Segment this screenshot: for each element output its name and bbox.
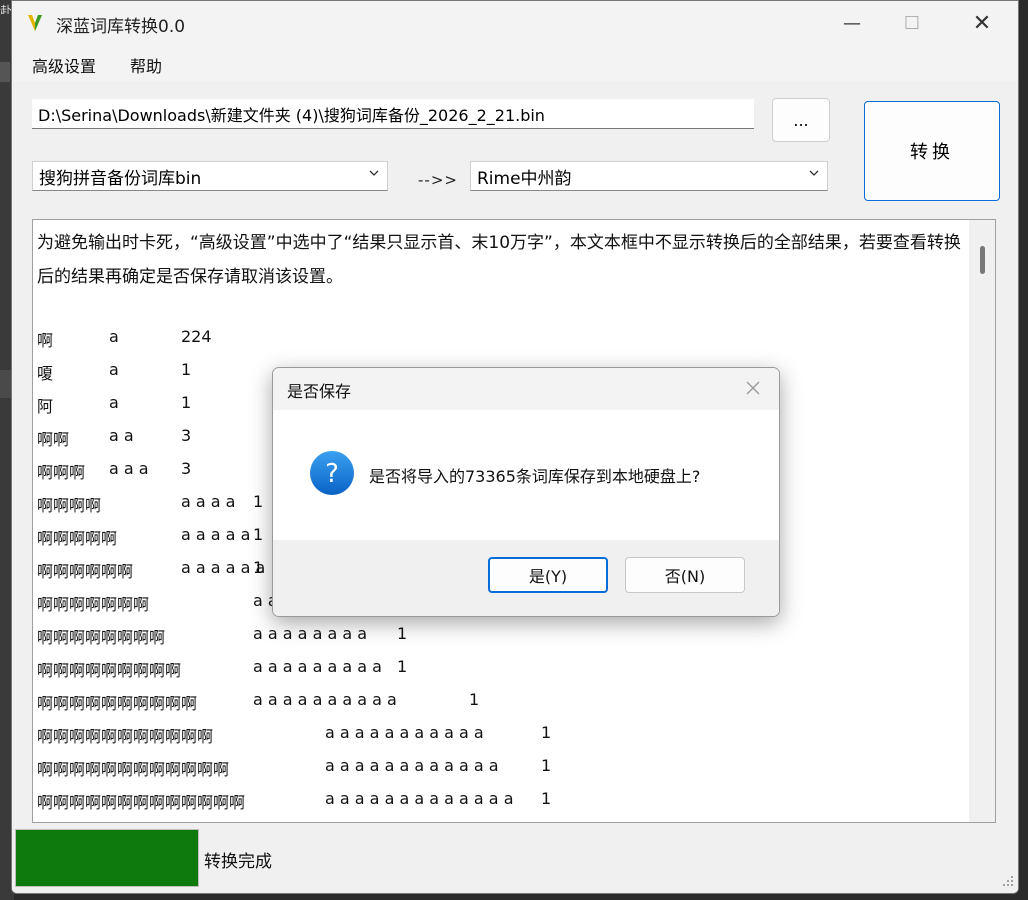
dialog-title: 是否保存 (287, 382, 352, 401)
row-pinyin: a (109, 393, 119, 412)
row-pinyin: a a a a a a a a a a a a a (325, 789, 514, 808)
yes-button[interactable]: 是(Y) (488, 557, 608, 593)
no-button[interactable]: 否(N) (625, 557, 745, 593)
row-frequency: 3 (181, 426, 192, 445)
row-frequency: 1 (469, 690, 480, 709)
row-word: 嗄 (37, 364, 54, 383)
row-frequency: 1 (541, 789, 552, 808)
file-path-input[interactable] (32, 99, 754, 129)
dialog-title-bar[interactable]: 是否保存 (273, 368, 779, 410)
menu-help[interactable]: 帮助 (130, 53, 162, 77)
row-pinyin: a a (109, 426, 134, 445)
app-logo-icon (28, 15, 42, 31)
browse-button[interactable]: ... (772, 98, 830, 142)
row-pinyin: a a a a a a a a a (253, 657, 382, 676)
output-scrollbar[interactable] (969, 220, 995, 822)
status-text: 转换完成 (204, 852, 272, 872)
row-word: 啊啊啊啊啊啊啊啊啊啊啊 (37, 727, 214, 746)
row-frequency: 1 (541, 756, 552, 775)
row-word: 啊啊啊啊啊啊啊啊啊啊 (37, 694, 198, 713)
row-word: 啊啊啊啊啊啊啊 (37, 595, 150, 614)
row-pinyin: a a a a a (181, 525, 251, 544)
menu-advanced-settings[interactable]: 高级设置 (32, 53, 96, 77)
conversion-arrow-label: -->> (418, 171, 458, 189)
output-notice: 为避免输出时卡死，“高级设置”中选中了“结果只显示首、末10万字”，本文本框中不… (37, 233, 961, 287)
close-button[interactable]: ✕ (952, 1, 1012, 45)
resize-grip-icon[interactable] (1002, 875, 1014, 887)
dialog-body: ? 是否将导入的73365条词库保存到本地硬盘上? (273, 410, 779, 540)
row-pinyin: a a a a a a a a (253, 624, 368, 643)
svg-text:?: ? (325, 459, 339, 489)
row-word: 啊啊啊啊啊 (37, 529, 118, 548)
row-word: 啊啊啊啊啊啊啊啊啊啊啊啊 (37, 760, 230, 779)
source-format-value: 搜狗拼音备份词库bin (39, 168, 202, 189)
target-format-value: Rime中州韵 (477, 168, 572, 189)
scrollbar-thumb[interactable] (980, 246, 985, 274)
row-word: 啊啊啊啊啊啊啊啊啊啊啊啊啊 (37, 793, 246, 812)
menu-bar: 高级设置 帮助 (12, 45, 1018, 81)
row-word: 啊 (37, 331, 54, 350)
row-frequency: 1 (181, 393, 192, 412)
row-frequency: 1 (253, 525, 264, 544)
row-frequency: 1 (253, 492, 264, 511)
row-frequency: 1 (397, 657, 408, 676)
window-title: 深蓝词库转换0.0 (56, 17, 186, 37)
row-pinyin: a (109, 360, 119, 379)
row-frequency: 1 (253, 558, 264, 577)
row-pinyin: a a a a (181, 492, 236, 511)
target-format-select[interactable]: Rime中州韵 (470, 161, 828, 191)
row-frequency: 3 (181, 459, 192, 478)
row-pinyin: a a a a a a a a a a (253, 690, 397, 709)
row-pinyin: a a a (109, 459, 149, 478)
question-icon: ? (310, 451, 354, 495)
dialog-footer: 是(Y) 否(N) (273, 540, 779, 616)
row-pinyin: a a a a a a a a a a a a (325, 756, 499, 775)
dialog-message: 是否将导入的73365条词库保存到本地硬盘上? (369, 467, 701, 486)
row-word: 啊啊啊啊 (37, 496, 102, 515)
row-word: 啊啊啊啊啊啊啊啊啊 (37, 661, 182, 680)
progress-bar (15, 829, 199, 887)
row-frequency: 1 (397, 624, 408, 643)
row-word: 啊啊 (37, 430, 70, 449)
save-dialog: 是否保存 ? 是否将导入的73365条词库保存到本地硬盘上? 是(Y) 否(N) (272, 367, 780, 617)
row-word: 阿 (37, 397, 54, 416)
background-window-block (0, 62, 10, 82)
maximize-button[interactable]: ☐ (882, 1, 942, 45)
minimize-button[interactable]: — (822, 1, 882, 45)
chevron-down-icon (369, 170, 379, 176)
row-pinyin: a (109, 327, 119, 346)
row-word: 啊啊啊啊啊啊啊啊 (37, 628, 166, 647)
chevron-down-icon (809, 170, 819, 176)
row-word: 啊啊啊啊啊啊 (37, 562, 134, 581)
row-word: 啊啊啊 (37, 463, 86, 482)
dialog-close-icon[interactable] (743, 378, 763, 398)
convert-button[interactable]: 转换 (864, 101, 1000, 201)
row-frequency: 1 (181, 360, 192, 379)
row-frequency: 224 (181, 327, 212, 346)
row-frequency: 1 (541, 723, 552, 742)
status-bar: 转换完成 (12, 823, 1018, 893)
row-pinyin: a a a a a a a a a a a (325, 723, 484, 742)
title-bar[interactable]: 深蓝词库转换0.0 — ☐ ✕ (12, 1, 1018, 45)
source-format-select[interactable]: 搜狗拼音备份词库bin (32, 161, 388, 191)
